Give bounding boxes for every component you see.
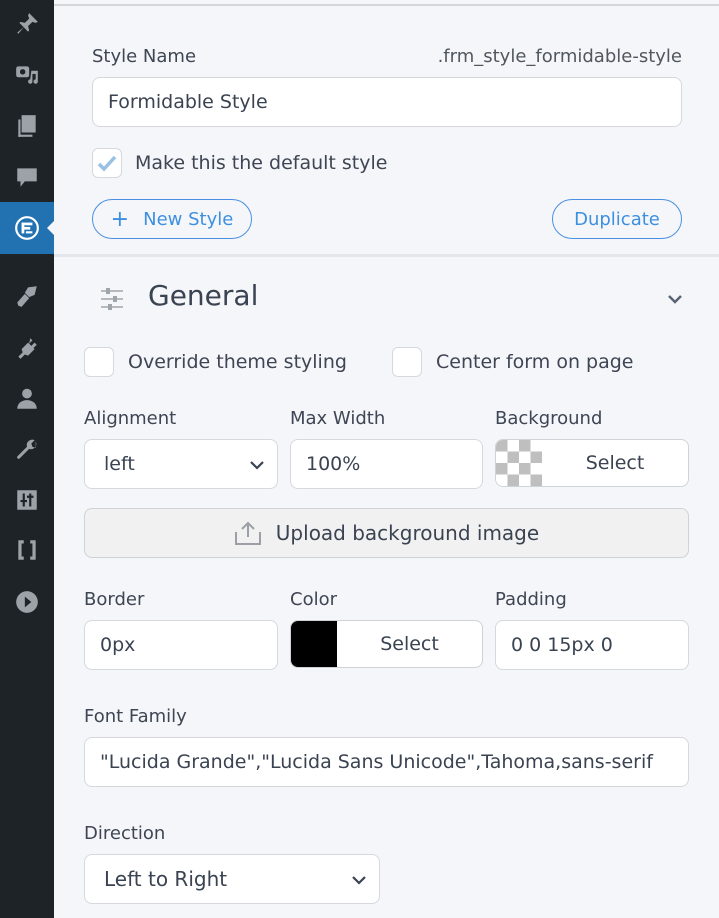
border-label: Border bbox=[84, 589, 145, 610]
center-form-label: Center form on page bbox=[436, 351, 634, 373]
color-swatch-black bbox=[291, 621, 337, 667]
background-color-picker[interactable]: Select bbox=[495, 439, 689, 487]
sidebar-item-formidable[interactable] bbox=[0, 202, 54, 254]
pages-icon bbox=[18, 115, 36, 137]
sidebar-item-pages[interactable] bbox=[0, 102, 54, 150]
brackets-icon bbox=[18, 540, 36, 560]
plugins-icon bbox=[18, 338, 37, 359]
direction-label: Direction bbox=[84, 823, 166, 844]
users-icon bbox=[17, 388, 37, 409]
top-divider bbox=[54, 4, 719, 6]
sidebar-item-pin[interactable] bbox=[0, 0, 54, 48]
default-style-checkbox[interactable] bbox=[92, 148, 122, 178]
chevron-down-icon bbox=[250, 461, 264, 470]
font-family-label: Font Family bbox=[84, 706, 187, 727]
alignment-value: left bbox=[104, 453, 135, 475]
pin-icon bbox=[17, 13, 38, 34]
border-input[interactable]: 0px bbox=[84, 620, 278, 670]
admin-sidebar bbox=[0, 0, 54, 918]
sidebar-item-plugins[interactable] bbox=[0, 324, 54, 372]
max-width-label: Max Width bbox=[290, 408, 386, 429]
play-icon bbox=[16, 591, 38, 613]
sidebar-item-comments[interactable] bbox=[0, 153, 54, 201]
new-style-button[interactable]: + New Style bbox=[92, 199, 252, 239]
upload-background-button[interactable]: Upload background image bbox=[84, 508, 689, 558]
settings-sliders-section-icon bbox=[101, 288, 123, 310]
style-editor-panel: Style Name .frm_style_formidable-style F… bbox=[54, 0, 719, 918]
sidebar-item-appearance[interactable] bbox=[0, 272, 54, 320]
settings-sliders-icon bbox=[17, 490, 37, 510]
upload-background-label: Upload background image bbox=[275, 521, 540, 545]
duplicate-button[interactable]: Duplicate bbox=[552, 199, 682, 239]
chevron-down-icon[interactable] bbox=[667, 293, 683, 305]
plus-icon: + bbox=[110, 206, 130, 232]
background-label: Background bbox=[495, 408, 603, 429]
sidebar-item-settings[interactable] bbox=[0, 476, 54, 524]
comments-icon bbox=[17, 168, 37, 187]
upload-icon bbox=[234, 521, 261, 545]
override-theme-checkbox[interactable] bbox=[84, 347, 114, 377]
padding-label: Padding bbox=[495, 589, 567, 610]
media-icon bbox=[16, 66, 38, 84]
padding-input[interactable]: 0 0 15px 0 bbox=[495, 620, 689, 670]
font-family-input[interactable]: "Lucida Grande","Lucida Sans Unicode",Ta… bbox=[84, 737, 689, 787]
chevron-down-icon bbox=[352, 876, 366, 885]
direction-value: Left to Right bbox=[104, 867, 228, 891]
max-width-input[interactable]: 100% bbox=[290, 439, 483, 489]
sidebar-item-video[interactable] bbox=[0, 578, 54, 626]
color-select-label: Select bbox=[380, 633, 439, 655]
alignment-label: Alignment bbox=[84, 408, 177, 429]
style-name-input[interactable]: Formidable Style bbox=[92, 77, 682, 127]
style-class-name: .frm_style_formidable-style bbox=[437, 46, 682, 67]
direction-select[interactable]: Left to Right bbox=[84, 854, 380, 904]
checkmark-icon bbox=[97, 155, 117, 172]
transparent-swatch bbox=[496, 440, 542, 486]
default-style-label: Make this the default style bbox=[135, 152, 388, 174]
appearance-brush-icon bbox=[17, 286, 37, 307]
sidebar-item-media[interactable] bbox=[0, 50, 54, 98]
sidebar-item-brackets[interactable] bbox=[0, 526, 54, 574]
section-divider bbox=[54, 254, 719, 257]
style-name-label: Style Name bbox=[92, 46, 197, 67]
center-form-checkbox[interactable] bbox=[392, 347, 422, 377]
general-section-title: General bbox=[148, 279, 259, 312]
sidebar-item-users[interactable] bbox=[0, 375, 54, 423]
background-select-label: Select bbox=[585, 452, 645, 474]
alignment-select[interactable]: left bbox=[84, 439, 278, 489]
new-style-label: New Style bbox=[143, 208, 234, 230]
formidable-icon bbox=[15, 216, 39, 240]
color-label: Color bbox=[290, 589, 337, 610]
override-theme-label: Override theme styling bbox=[128, 351, 347, 373]
sidebar-item-tools[interactable] bbox=[0, 426, 54, 474]
tools-wrench-icon bbox=[17, 439, 37, 459]
border-color-picker[interactable]: Select bbox=[290, 620, 483, 668]
